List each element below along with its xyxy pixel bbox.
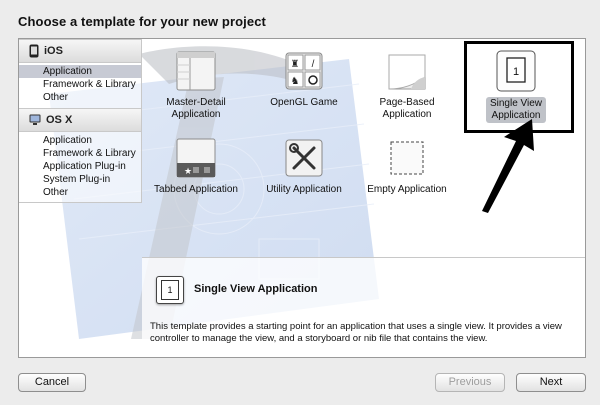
empty-icon [385, 136, 429, 180]
template-chooser: iOS Application Framework & Library Othe… [18, 38, 586, 358]
single-view-icon: 1 [156, 276, 184, 304]
sidebar-item-osx-application[interactable]: Application [19, 134, 141, 147]
master-detail-icon [174, 49, 218, 93]
svg-text:♜: ♜ [291, 59, 300, 70]
cancel-button[interactable]: Cancel [18, 373, 86, 392]
single-view-icon: 1 [494, 49, 538, 93]
template-tabbed[interactable]: ★ Tabbed Application [146, 136, 246, 196]
next-button[interactable]: Next [516, 373, 586, 392]
sidebar-section-label: OS X [46, 114, 73, 126]
template-description-pane: 1 Single View Application This template … [142, 257, 585, 357]
sidebar-item-osx-framework-library[interactable]: Framework & Library [19, 147, 141, 160]
sidebar-section-osx: OS X [19, 108, 141, 132]
sidebar-item-ios-other[interactable]: Other [19, 91, 141, 104]
previous-button[interactable]: Previous [435, 373, 505, 392]
sidebar-section-ios: iOS [19, 39, 141, 63]
svg-text:/: / [312, 59, 315, 70]
sidebar-section-label: iOS [44, 45, 63, 57]
template-page-based[interactable]: Page-Based Application [357, 49, 457, 121]
mac-icon [29, 114, 41, 125]
template-empty[interactable]: Empty Application [357, 136, 457, 196]
template-utility[interactable]: Utility Application [254, 136, 354, 196]
description-title: Single View Application [194, 283, 318, 295]
page-based-icon [385, 49, 429, 93]
sidebar-item-ios-framework-library[interactable]: Framework & Library [19, 78, 141, 91]
svg-text:♞: ♞ [291, 76, 300, 87]
template-label: Tabbed Application [154, 184, 238, 195]
utility-icon [282, 136, 326, 180]
iphone-icon [29, 44, 39, 58]
svg-text:★: ★ [184, 166, 192, 176]
single-view-glyph: 1 [513, 66, 519, 78]
template-label: Page-Based Application [379, 97, 435, 120]
sidebar-item-ios-application[interactable]: Application [19, 65, 141, 78]
annotation-arrow-icon [482, 119, 534, 213]
opengl-game-icon: ♜ / ♞ [282, 49, 326, 93]
template-label: Utility Application [266, 184, 342, 195]
template-master-detail[interactable]: Master-Detail Application [146, 49, 246, 121]
tabbed-icon: ★ [174, 136, 218, 180]
sidebar-item-osx-system-plugin[interactable]: System Plug-in [19, 173, 141, 186]
template-label: Empty Application [367, 184, 447, 195]
sidebar-item-osx-application-plugin[interactable]: Application Plug-in [19, 160, 141, 173]
template-label: OpenGL Game [270, 97, 338, 108]
template-category-sidebar: iOS Application Framework & Library Othe… [19, 39, 142, 203]
template-single-view[interactable]: 1 Single View Application [466, 49, 566, 123]
template-opengl-game[interactable]: ♜ / ♞ OpenGL Game [254, 49, 354, 109]
template-label: Master-Detail Application [166, 97, 226, 120]
description-text: This template provides a starting point … [150, 321, 562, 344]
single-view-glyph: 1 [161, 280, 179, 300]
sidebar-item-osx-other[interactable]: Other [19, 186, 141, 199]
dialog-title: Choose a template for your new project [18, 14, 266, 29]
